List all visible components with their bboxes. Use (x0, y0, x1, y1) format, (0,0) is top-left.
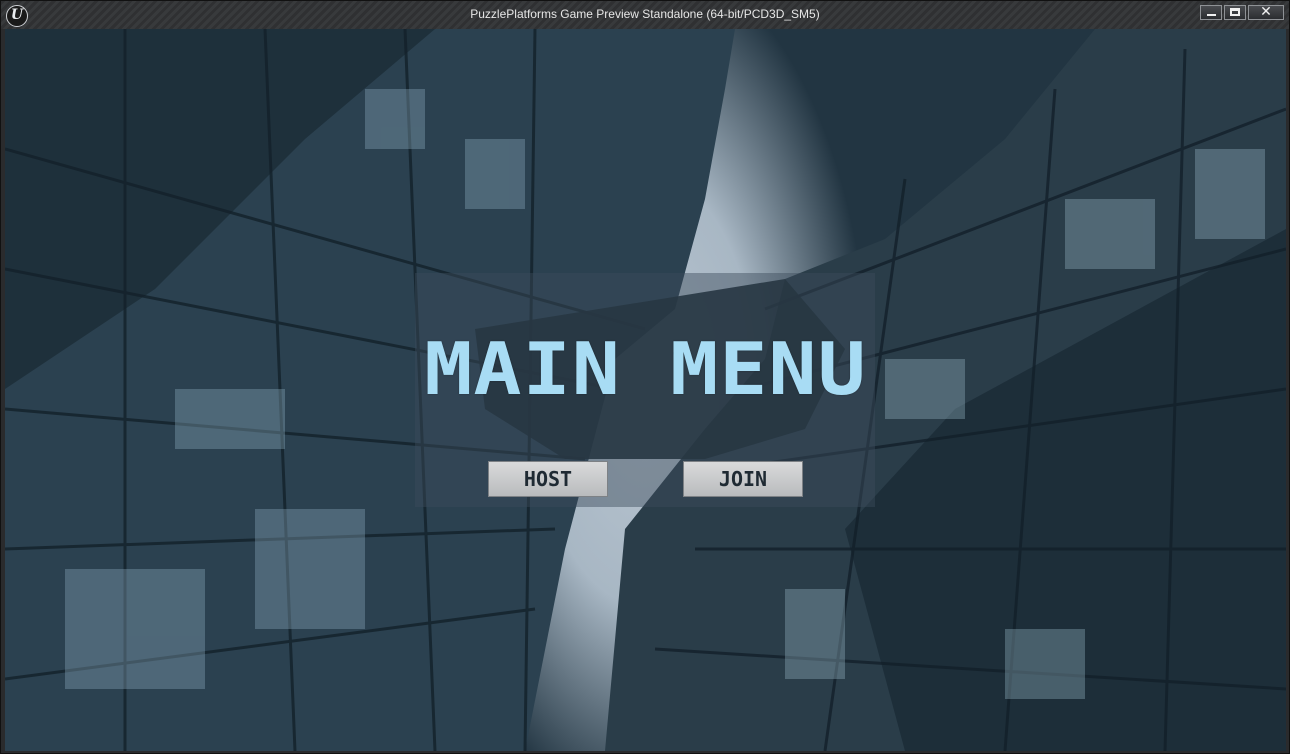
minimize-icon (1207, 14, 1216, 16)
main-menu-title: MAIN MENU (424, 327, 867, 412)
maximize-icon (1230, 8, 1240, 16)
maximize-button[interactable] (1224, 5, 1246, 20)
window-title: PuzzlePlatforms Game Preview Standalone … (470, 7, 820, 21)
close-icon: ✕ (1260, 4, 1272, 20)
join-button[interactable]: JOIN (683, 461, 803, 497)
minimize-button[interactable] (1200, 5, 1222, 20)
game-window: U PuzzlePlatforms Game Preview Standalon… (0, 0, 1290, 754)
close-button[interactable]: ✕ (1248, 4, 1284, 20)
host-button[interactable]: HOST (488, 461, 608, 497)
title-bar[interactable]: U PuzzlePlatforms Game Preview Standalon… (1, 1, 1289, 29)
window-controls: ✕ (1200, 4, 1284, 20)
game-viewport: MAIN MENU HOST JOIN (5, 29, 1286, 751)
